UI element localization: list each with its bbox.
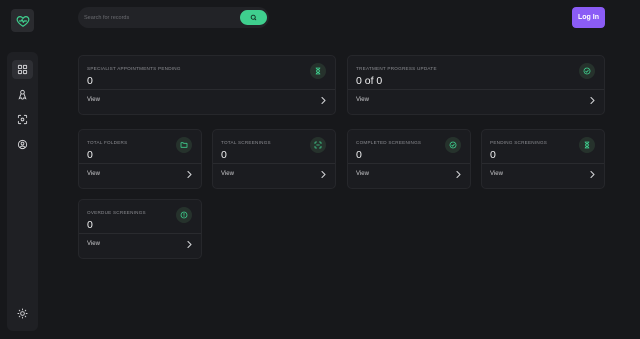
card-value: 0 — [87, 75, 93, 87]
card-pending-screenings: PENDING SCREENINGS 0 View — [481, 129, 605, 189]
scan-icon — [17, 114, 28, 125]
app-logo[interactable] — [11, 9, 34, 32]
card-view-link[interactable]: View — [490, 171, 503, 177]
card-divider — [213, 163, 335, 164]
card-value: 0 — [87, 149, 93, 161]
check-circle-icon — [583, 67, 591, 75]
card-total-screenings: TOTAL SCREENINGS 0 View — [212, 129, 336, 189]
scan-icon — [314, 141, 322, 149]
card-icon-badge — [445, 137, 461, 153]
nav-item-scan[interactable] — [12, 110, 33, 129]
card-icon-badge — [579, 63, 595, 79]
card-divider — [482, 163, 604, 164]
card-value: 0 of 0 — [356, 75, 383, 87]
sun-icon — [17, 308, 28, 319]
search-button[interactable] — [240, 10, 267, 25]
card-view-link[interactable]: View — [87, 171, 100, 177]
check-circle-icon — [449, 141, 457, 149]
chevron-right-icon[interactable] — [186, 171, 192, 178]
chevron-right-icon[interactable] — [589, 97, 595, 104]
ribbon-icon — [18, 89, 27, 100]
card-specialist-appointments: SPECIALIST APPOINTMENTS PENDING 0 View — [78, 55, 336, 115]
card-view-link[interactable]: View — [356, 97, 369, 103]
chevron-right-icon[interactable] — [186, 241, 192, 248]
card-label: SPECIALIST APPOINTMENTS PENDING — [87, 66, 181, 71]
chevron-right-icon[interactable] — [320, 97, 326, 104]
card-divider — [79, 233, 201, 234]
theme-toggle[interactable] — [12, 304, 33, 323]
nav-item-ribbon[interactable] — [12, 85, 33, 104]
card-view-link[interactable]: View — [356, 171, 369, 177]
folder-icon — [180, 142, 188, 148]
card-value: 0 — [356, 149, 362, 161]
card-treatment-progress: TREATMENT PROGRESS UPDATE 0 of 0 View — [347, 55, 605, 115]
search-input[interactable] — [84, 10, 234, 25]
login-button[interactable]: Log In — [572, 7, 605, 28]
chevron-right-icon[interactable] — [589, 171, 595, 178]
card-label: TOTAL FOLDERS — [87, 140, 128, 145]
card-label: OVERDUE SCREENINGS — [87, 210, 146, 215]
nav-item-dashboard[interactable] — [12, 60, 33, 79]
user-circle-icon — [17, 139, 28, 150]
chevron-right-icon[interactable] — [320, 171, 326, 178]
card-icon-badge — [176, 207, 192, 223]
card-total-folders: TOTAL FOLDERS 0 View — [78, 129, 202, 189]
card-icon-badge — [176, 137, 192, 153]
hourglass-icon — [315, 67, 321, 75]
sidebar — [7, 52, 38, 331]
card-value: 0 — [87, 219, 93, 231]
card-view-link[interactable]: View — [87, 97, 100, 103]
card-divider — [348, 163, 470, 164]
card-icon-badge — [579, 137, 595, 153]
card-view-link[interactable]: View — [87, 241, 100, 247]
card-divider — [79, 89, 335, 90]
heart-logo-icon — [16, 15, 29, 27]
card-overdue-screenings: OVERDUE SCREENINGS 0 View — [78, 199, 202, 259]
hourglass-icon — [584, 141, 590, 149]
search-bar — [78, 7, 269, 28]
card-completed-screenings: COMPLETED SCREENINGS 0 View — [347, 129, 471, 189]
card-divider — [348, 89, 604, 90]
card-label: TOTAL SCREENINGS — [221, 140, 271, 145]
alert-circle-icon — [180, 211, 188, 219]
card-label: TREATMENT PROGRESS UPDATE — [356, 66, 437, 71]
dashboard-icon — [17, 64, 28, 75]
nav-item-profile[interactable] — [12, 135, 33, 154]
card-label: PENDING SCREENINGS — [490, 140, 548, 145]
card-value: 0 — [221, 149, 227, 161]
chevron-right-icon[interactable] — [455, 171, 461, 178]
card-label: COMPLETED SCREENINGS — [356, 140, 422, 145]
card-value: 0 — [490, 149, 496, 161]
card-icon-badge — [310, 63, 326, 79]
search-icon — [250, 14, 257, 21]
card-view-link[interactable]: View — [221, 171, 234, 177]
card-divider — [79, 163, 201, 164]
card-icon-badge — [310, 137, 326, 153]
